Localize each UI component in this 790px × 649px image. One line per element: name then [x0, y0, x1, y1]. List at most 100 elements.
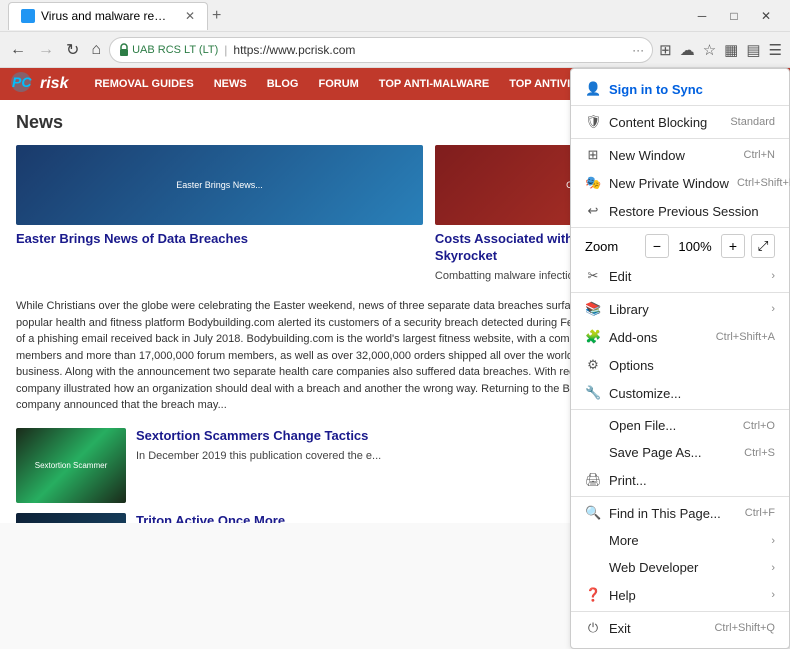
new-private-window-item[interactable]: 🎭 New Private Window Ctrl+Shift+P: [571, 169, 789, 197]
sync-icon: 👤: [585, 81, 601, 97]
find-icon: 🔍: [585, 505, 601, 521]
options-item[interactable]: ⚙ Options: [571, 351, 789, 379]
web-dev-label: Web Developer: [609, 560, 763, 575]
hamburger-dropdown: 👤 Sign in to Sync 🛡 Content Blocking Sta…: [570, 68, 790, 649]
star-button[interactable]: ☆: [701, 39, 718, 61]
zoom-in-button[interactable]: +: [721, 234, 745, 258]
forward-button[interactable]: →: [34, 39, 58, 61]
article-triton-image: Triton Active Drive M...: [16, 513, 126, 523]
options-label: Options: [609, 358, 775, 373]
sign-in-section: 👤 Sign in to Sync: [571, 73, 789, 106]
window-controls: ─ □ ✕: [686, 0, 782, 32]
minimize-button[interactable]: ─: [686, 0, 718, 32]
open-file-label: Open File...: [609, 418, 735, 433]
save-page-shortcut: Ctrl+S: [744, 447, 775, 459]
sign-in-item[interactable]: 👤 Sign in to Sync: [571, 75, 789, 103]
print-label: Print...: [609, 473, 775, 488]
nav-bar: ← → ↻ ⌂ UAB RCS LT (LT) | https://www.pc…: [0, 32, 790, 68]
exit-label: Exit: [609, 621, 706, 636]
nav-news[interactable]: NEWS: [204, 68, 257, 100]
addons-item[interactable]: 🧩 Add-ons Ctrl+Shift+A: [571, 323, 789, 351]
zoom-out-button[interactable]: −: [645, 234, 669, 258]
web-developer-item[interactable]: Web Developer ›: [571, 554, 789, 581]
restore-label: Restore Previous Session: [609, 204, 775, 219]
logo-pc: PC: [10, 71, 38, 98]
nav-blog[interactable]: BLOG: [257, 68, 309, 100]
address-menu-button[interactable]: ···: [632, 43, 644, 57]
customize-item[interactable]: 🔧 Customize...: [571, 379, 789, 407]
new-window-item[interactable]: ⊞ New Window Ctrl+N: [571, 141, 789, 169]
pc-logo-icon: PC: [10, 71, 38, 93]
library-icon: 📚: [585, 301, 601, 317]
help-item[interactable]: ❓ Help ›: [571, 581, 789, 609]
content-blocking-value: Standard: [730, 116, 775, 128]
open-file-item[interactable]: Open File... Ctrl+O: [571, 412, 789, 439]
edit-label: Edit: [609, 269, 763, 284]
edit-icon: ✂: [585, 268, 601, 284]
hamburger-menu-button[interactable]: ☰: [767, 39, 784, 61]
help-label: Help: [609, 588, 763, 603]
save-page-item[interactable]: Save Page As... Ctrl+S: [571, 439, 789, 466]
home-button[interactable]: ⌂: [87, 39, 105, 61]
new-window-icon: ⊞: [585, 147, 601, 163]
find-shortcut: Ctrl+F: [745, 507, 775, 519]
zoom-value: 100%: [675, 239, 715, 254]
back-button[interactable]: ←: [6, 39, 30, 61]
sidebar-button[interactable]: ▦: [722, 39, 740, 61]
exit-shortcut: Ctrl+Shift+Q: [714, 622, 775, 634]
new-window-label: New Window: [609, 148, 736, 163]
browser-icons: ⊞ ☁ ☆ ▦ ▤ ☰: [657, 39, 784, 61]
secure-indicator: UAB RCS LT (LT): [118, 43, 218, 57]
refresh-button[interactable]: ↻: [62, 38, 83, 62]
new-private-label: New Private Window: [609, 176, 729, 191]
site-logo[interactable]: PC risk: [10, 71, 68, 98]
new-window-shortcut: Ctrl+N: [744, 149, 775, 161]
sync-button[interactable]: ☁: [678, 39, 697, 61]
nav-forum[interactable]: FORUM: [308, 68, 368, 100]
logo-risk-text: risk: [40, 75, 68, 93]
maximize-button[interactable]: □: [718, 0, 750, 32]
bookmarks-button[interactable]: ⊞: [657, 39, 674, 61]
more-item[interactable]: More ›: [571, 527, 789, 554]
addons-label: Add-ons: [609, 330, 708, 345]
save-page-label: Save Page As...: [609, 445, 736, 460]
edit-item[interactable]: ✂ Edit ›: [571, 262, 789, 290]
library-label: Library: [609, 302, 763, 317]
exit-item[interactable]: ⏻ Exit Ctrl+Shift+Q: [571, 614, 789, 642]
article-easter-image: Easter Brings News...: [16, 145, 423, 225]
restore-session-item[interactable]: ↩ Restore Previous Session: [571, 197, 789, 225]
svg-text:PC: PC: [12, 74, 32, 90]
tab-favicon: [21, 9, 35, 23]
lock-icon: [118, 43, 130, 57]
private-window-icon: 🎭: [585, 175, 601, 191]
article-easter: Easter Brings News... Easter Brings News…: [16, 145, 423, 284]
reader-button[interactable]: ▤: [744, 39, 762, 61]
close-button[interactable]: ✕: [750, 0, 782, 32]
print-item[interactable]: 🖨 Print...: [571, 466, 789, 494]
content-blocking-item[interactable]: 🛡 Content Blocking Standard: [571, 108, 789, 136]
tab-title: Virus and malware removal ins...: [41, 9, 175, 23]
url-display: https://www.pcrisk.com: [233, 43, 628, 57]
new-private-shortcut: Ctrl+Shift+P: [737, 177, 790, 189]
zoom-row: Zoom − 100% + ⤢: [571, 230, 789, 262]
article-easter-title[interactable]: Easter Brings News of Data Breaches: [16, 231, 423, 248]
zoom-expand-button[interactable]: ⤢: [751, 234, 775, 258]
exit-section: ⏻ Exit Ctrl+Shift+Q: [571, 612, 789, 644]
library-item[interactable]: 📚 Library ›: [571, 295, 789, 323]
nav-removal-guides[interactable]: REMOVAL GUIDES: [84, 68, 203, 100]
nav-anti-malware[interactable]: TOP ANTI-MALWARE: [369, 68, 499, 100]
address-bar[interactable]: UAB RCS LT (LT) | https://www.pcrisk.com…: [109, 37, 653, 63]
open-file-shortcut: Ctrl+O: [743, 420, 775, 432]
restore-icon: ↩: [585, 203, 601, 219]
tab-close-button[interactable]: ✕: [185, 9, 195, 23]
title-bar: Virus and malware removal ins... ✕ + ─ □…: [0, 0, 790, 32]
file-section: Open File... Ctrl+O Save Page As... Ctrl…: [571, 410, 789, 497]
browser-tab[interactable]: Virus and malware removal ins... ✕: [8, 2, 208, 30]
zoom-label: Zoom: [585, 239, 639, 254]
more-label: More: [609, 533, 763, 548]
library-arrow: ›: [771, 303, 775, 315]
new-tab-button[interactable]: +: [212, 7, 221, 25]
exit-icon: ⏻: [585, 620, 601, 636]
customize-icon: 🔧: [585, 385, 601, 401]
shield-icon: 🛡: [585, 114, 601, 130]
